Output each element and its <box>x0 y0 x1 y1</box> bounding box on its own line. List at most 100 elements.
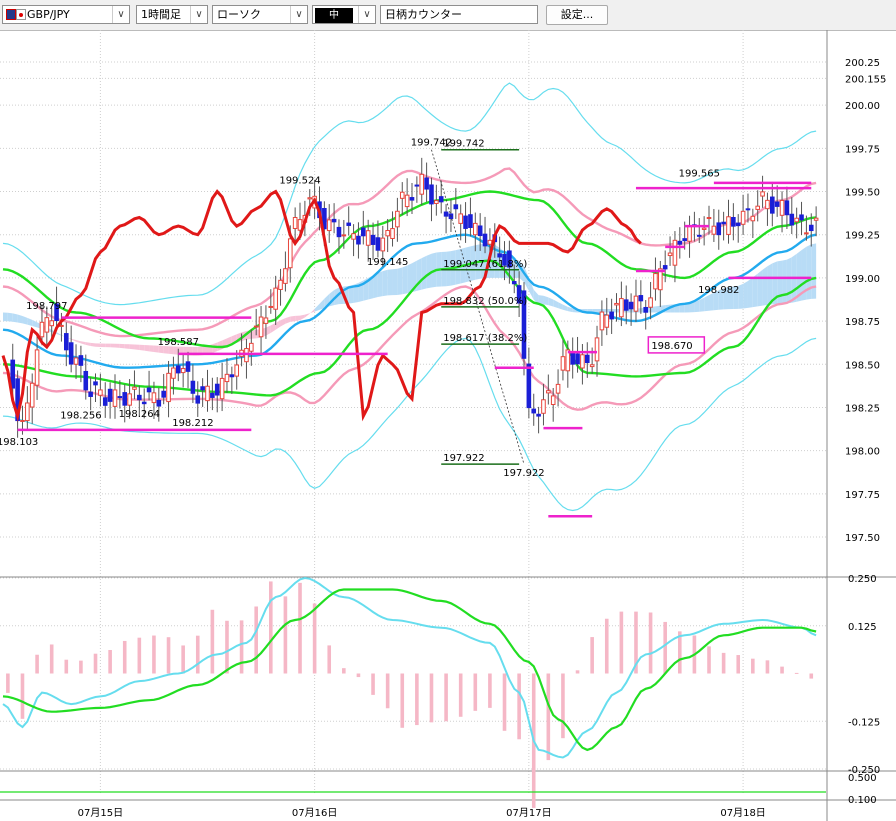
macd-histogram-bar <box>561 673 565 739</box>
candle-up <box>706 217 712 220</box>
price-label: 199.524 <box>279 175 320 186</box>
cloud-segment <box>402 265 408 295</box>
macd-histogram-bar <box>298 582 302 674</box>
x-tick-label: 07月15日 <box>78 807 123 819</box>
cloud-segment <box>382 269 388 297</box>
candle-up <box>127 393 132 406</box>
cloud-segment <box>134 344 140 351</box>
macd-histogram-bar <box>108 650 112 674</box>
timeframe-label: 1時間足 <box>141 8 181 21</box>
candle-down <box>200 386 205 391</box>
counter-field[interactable]: 日柄カウンター <box>380 5 538 24</box>
fibonacci-label: 198.617 (38.2%) <box>443 333 527 344</box>
candle-down <box>370 234 376 245</box>
macd-histogram-bar <box>502 673 507 731</box>
candle-up <box>258 316 264 338</box>
cloud-segment <box>314 303 320 312</box>
price-label: 198.670 <box>651 341 692 352</box>
candle-down <box>468 214 473 228</box>
candle-up <box>292 216 298 229</box>
macd-histogram-bar <box>736 655 741 674</box>
candle-down <box>137 394 142 401</box>
candle-up <box>760 191 765 197</box>
symbol-select[interactable]: GBP/JPY ∨ <box>2 5 130 24</box>
chart-style-select[interactable]: ローソク ∨ <box>212 5 308 24</box>
price-label: 198.587 <box>158 337 199 348</box>
cloud-segment <box>562 304 568 312</box>
timeframe-select[interactable]: 1時間足 ∨ <box>136 5 208 24</box>
macd-histogram-bar <box>166 637 171 674</box>
candle-up <box>385 229 390 237</box>
line-style-label: 中 <box>315 8 353 23</box>
candle-down <box>414 184 420 187</box>
candle-down <box>731 216 736 227</box>
cloud-segment <box>295 315 301 322</box>
y-tick-label: 199.00 <box>845 274 880 285</box>
candle-up <box>283 268 288 284</box>
cloud-segment <box>270 322 276 333</box>
cloud-segment <box>397 267 403 295</box>
y-tick-label: 200.25 <box>845 58 880 69</box>
chart-area[interactable]: 200.25 200.155 200.00 199.75 199.50 199.25 199… <box>0 30 896 821</box>
price-label: 198.797 <box>26 301 67 312</box>
price-label: 198.103 <box>0 437 38 448</box>
toolbar: GBP/JPY ∨ 1時間足 ∨ ローソク ∨ 中 ∨ 日柄カウンター 設定..… <box>0 0 896 31</box>
candle-up <box>701 227 707 230</box>
candle-up <box>750 215 756 222</box>
candle-up <box>580 354 585 369</box>
macd-histogram-bar <box>20 673 25 719</box>
macd-histogram-bar <box>648 612 653 674</box>
candle-down <box>88 391 93 397</box>
candle-down <box>156 399 162 407</box>
candle-up <box>399 191 405 199</box>
cloud-segment <box>426 253 432 289</box>
macd-histogram-bar <box>356 673 361 678</box>
y-tick-label: 200.155 <box>845 74 886 85</box>
line-style-select[interactable]: 中 ∨ <box>312 5 376 24</box>
macd-histogram-bar <box>342 668 346 674</box>
candle-down <box>429 184 434 205</box>
candle-down <box>643 306 649 313</box>
price-label: 199.565 <box>679 168 720 179</box>
candle-down <box>682 238 687 242</box>
candle-down <box>438 196 444 203</box>
macd-histogram-bar <box>809 673 814 679</box>
macd-histogram-bar <box>283 596 288 674</box>
y-tick-label: 197.75 <box>845 490 880 501</box>
candle-down <box>536 413 541 417</box>
bollinger-lower-2sigma <box>2 337 817 512</box>
macd-histogram-bar <box>254 606 258 674</box>
y-tick-label: 199.75 <box>845 144 880 155</box>
candle-up <box>633 295 639 312</box>
candle-up <box>341 234 347 237</box>
candle-up <box>171 367 176 379</box>
candle-down <box>721 221 726 225</box>
candle-up <box>20 419 25 422</box>
candle-down <box>78 355 84 366</box>
candle-up <box>653 273 658 290</box>
candle-down <box>346 222 352 226</box>
candle-down <box>141 401 147 405</box>
candle-up <box>25 402 30 422</box>
candle-down <box>336 226 342 238</box>
macd-histogram-bar <box>415 673 419 726</box>
macd-histogram-bar <box>604 618 609 674</box>
macd-histogram-bar <box>225 620 229 674</box>
candle-up <box>434 200 439 204</box>
candle-down <box>175 365 181 374</box>
candle-up <box>268 305 274 308</box>
candle-down <box>146 387 152 393</box>
chevron-down-icon: ∨ <box>190 6 207 23</box>
candle-up <box>813 217 819 221</box>
macd-histogram-bar <box>458 673 463 717</box>
macd-histogram-bar <box>765 660 770 674</box>
cloud-segment <box>786 257 792 304</box>
candle-down <box>799 214 804 221</box>
cloud-segment <box>71 338 77 342</box>
candle-up <box>219 377 225 400</box>
macd-histogram-bar <box>721 652 726 674</box>
macd-histogram-bar <box>210 609 215 674</box>
cloud-segment <box>129 344 135 350</box>
settings-button[interactable]: 設定... <box>546 5 608 25</box>
cloud-segment <box>280 318 286 327</box>
